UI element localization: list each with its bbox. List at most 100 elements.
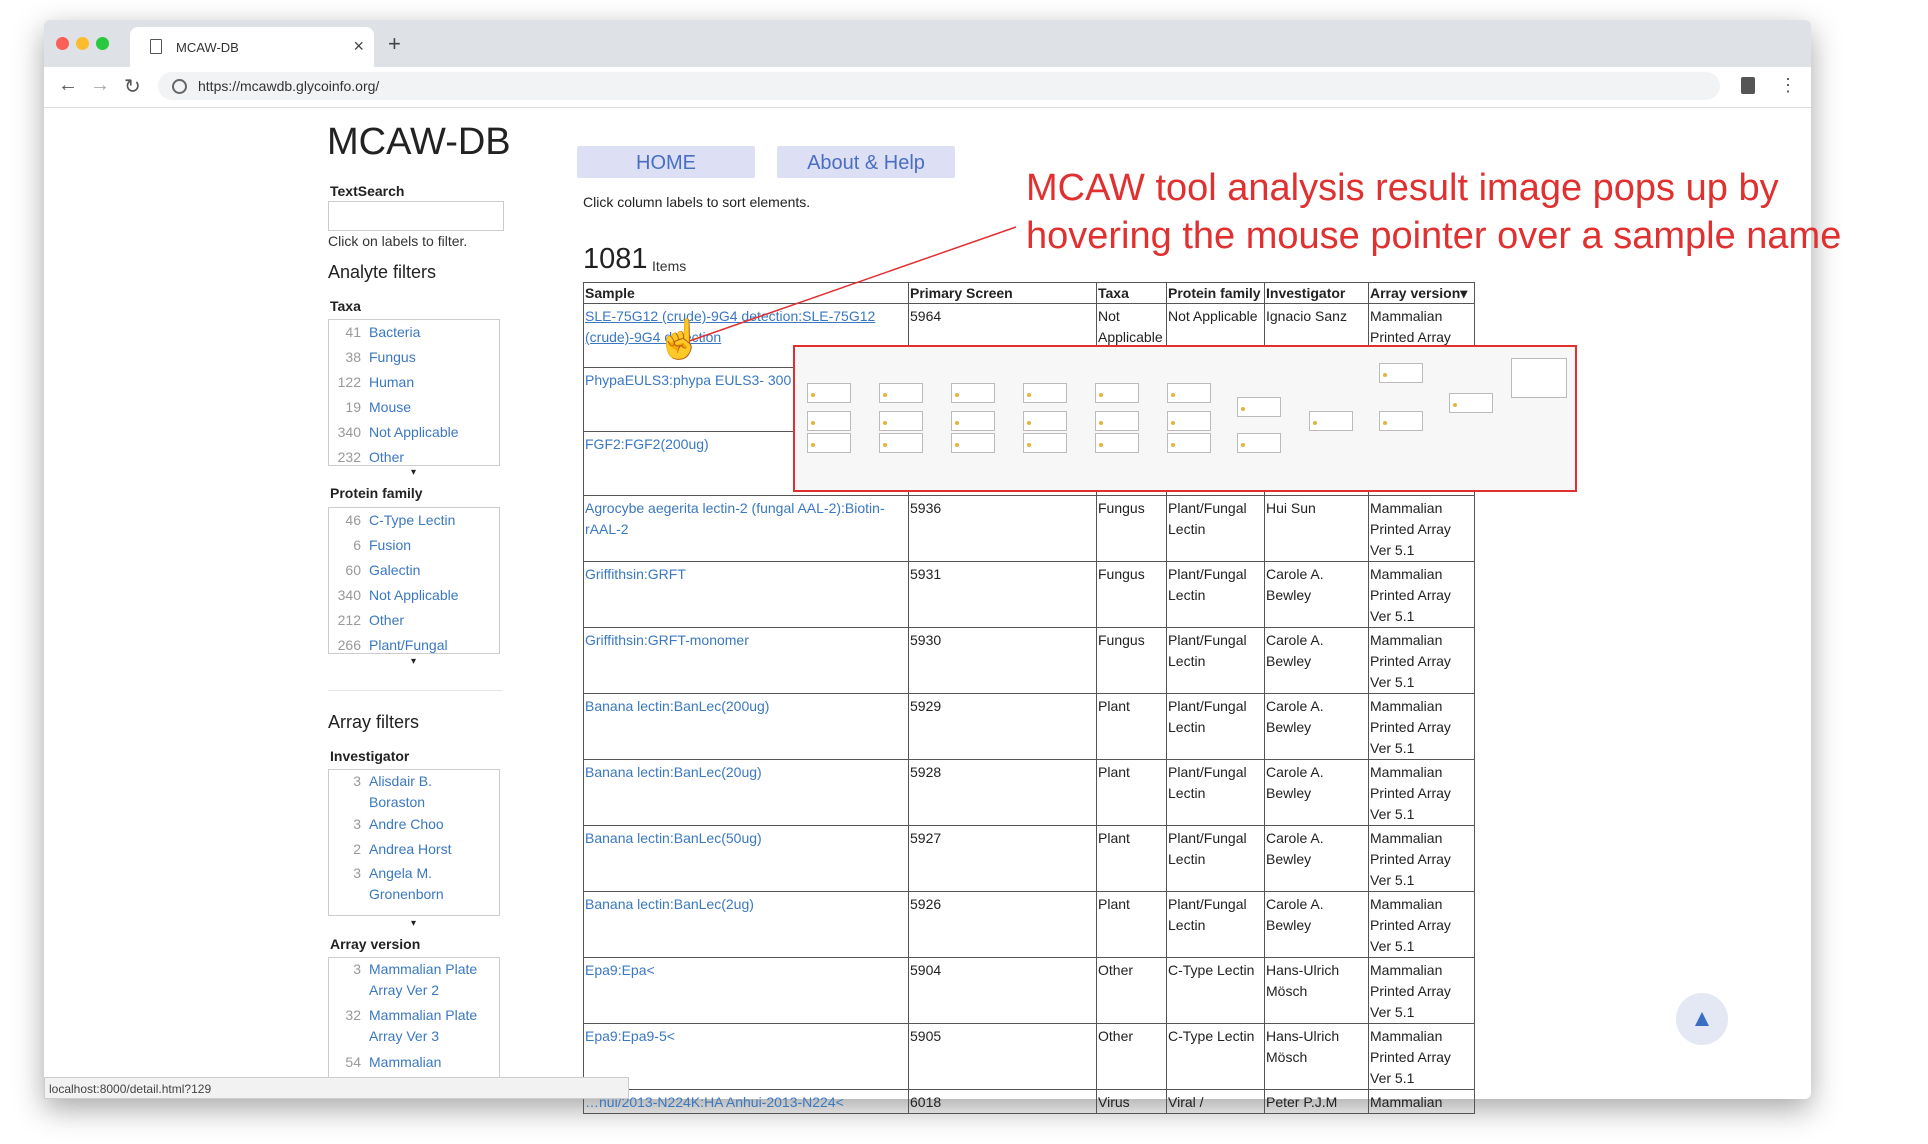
menu-icon[interactable]: ⋮ (1779, 75, 1797, 96)
filter-count: 212 (337, 612, 361, 628)
filter-count: 46 (345, 512, 361, 528)
filter-count: 3 (353, 865, 361, 881)
cell-array-version: Mammalian (1368, 1089, 1475, 1114)
tab-close-icon[interactable]: × (353, 36, 364, 57)
pathway-node (879, 411, 923, 431)
cell-primary-screen: 5928 (908, 759, 1097, 826)
filter-item[interactable]: 19 Mouse (329, 395, 499, 420)
site-info-icon[interactable] (172, 79, 187, 94)
filter-item[interactable]: 54 Mammalian (329, 1050, 499, 1075)
cell-taxa: Fungus (1096, 561, 1167, 628)
filter-label[interactable]: Mouse (369, 399, 411, 415)
column-header-array-version[interactable]: Array version▾ (1368, 282, 1475, 304)
scroll-to-top-button[interactable]: ▲ (1676, 993, 1728, 1045)
filter-item[interactable]: 46 C-Type Lectin (329, 508, 499, 533)
filter-label[interactable]: Mammalian Plate Array Ver 2 (369, 959, 487, 1001)
filter-label[interactable]: Not Applicable (369, 587, 459, 603)
browser-tab[interactable]: MCAW-DB × (130, 27, 374, 67)
extension-icon[interactable] (1741, 77, 1755, 94)
filter-count: 19 (345, 399, 361, 415)
address-bar[interactable]: https://mcawdb.glycoinfo.org/ (158, 72, 1720, 100)
cell-sample[interactable]: …nui/2013-N224K:HA Anhui-2013-N224< (583, 1089, 909, 1114)
filter-label[interactable]: Fungus (369, 349, 416, 365)
maximize-window-icon[interactable] (96, 37, 109, 50)
filter-item[interactable]: 3 Alisdair B. Boraston (329, 770, 499, 812)
column-header-primary-screen[interactable]: Primary Screen (908, 282, 1097, 304)
filter-label[interactable]: Mammalian Plate Array Ver 3 (369, 1005, 487, 1047)
cell-sample[interactable]: Banana lectin:BanLec(50ug) (583, 825, 909, 892)
cell-sample[interactable]: Epa9:Epa9-5< (583, 1023, 909, 1090)
pathway-node (951, 383, 995, 403)
filter-item[interactable]: 266 Plant/Fungal (329, 633, 499, 653)
filter-item[interactable]: 212 Other (329, 608, 499, 633)
filter-label[interactable]: Galectin (369, 562, 420, 578)
filter-item[interactable]: 340 Not Applicable (329, 420, 499, 445)
about-help-button[interactable]: About & Help (777, 146, 955, 178)
cell-sample[interactable]: Griffithsin:GRFT-monomer (583, 627, 909, 694)
cell-sample[interactable]: Epa9:Epa< (583, 957, 909, 1024)
filter-count: 2 (353, 841, 361, 857)
filter-label[interactable]: Mammalian (369, 1054, 441, 1070)
filter-item[interactable]: 3 Andre Choo (329, 812, 499, 837)
back-icon[interactable]: ← (58, 74, 78, 97)
cell-primary-screen: 6018 (908, 1089, 1097, 1114)
pathway-node (1095, 411, 1139, 431)
cell-taxa: Plant (1096, 759, 1167, 826)
filter-item[interactable]: 3 Angela M. Gronenborn (329, 862, 499, 904)
filter-label[interactable]: C-Type Lectin (369, 512, 455, 528)
cell-sample[interactable]: Griffithsin:GRFT (583, 561, 909, 628)
home-button[interactable]: HOME (577, 146, 755, 178)
column-header-protein-family[interactable]: Protein family (1166, 282, 1265, 304)
chevron-down-icon[interactable]: ▾ (411, 656, 416, 667)
filter-item[interactable]: 122 Human (329, 370, 499, 395)
cell-protein-family: C-Type Lectin (1166, 957, 1265, 1024)
cell-sample[interactable]: Agrocybe aegerita lectin-2 (fungal AAL-2… (583, 495, 909, 562)
filter-item[interactable]: 340 Not Applicable (329, 583, 499, 608)
filter-label[interactable]: Human (369, 374, 414, 390)
forward-icon[interactable]: → (90, 74, 110, 97)
minimize-window-icon[interactable] (76, 37, 89, 50)
filter-item[interactable]: 3 Mammalian Plate Array Ver 2 (329, 958, 499, 1004)
cell-taxa: Plant (1096, 693, 1167, 760)
filter-item[interactable]: 232 Other (329, 445, 499, 465)
filter-label[interactable]: Plant/Fungal (369, 637, 448, 653)
filter-label[interactable]: Alisdair B. Boraston (369, 771, 487, 813)
filter-item[interactable]: 6 Fusion (329, 533, 499, 558)
array-version-filter-label: Array version (330, 936, 421, 952)
chevron-down-icon[interactable]: ▾ (411, 918, 416, 929)
filter-label[interactable]: Andre Choo (369, 816, 444, 832)
column-header-sample[interactable]: Sample (583, 282, 909, 304)
textsearch-input[interactable] (328, 201, 504, 231)
investigator-filter-label: Investigator (330, 748, 410, 764)
filter-count: 266 (337, 637, 361, 653)
filter-item[interactable]: 2 Andrea Horst (329, 837, 499, 862)
filter-label[interactable]: Angela M. Gronenborn (369, 863, 487, 905)
cell-sample[interactable]: Banana lectin:BanLec(2ug) (583, 891, 909, 958)
cell-array-version: Mammalian Printed Array Ver 5.1 (1368, 495, 1475, 562)
new-tab-icon[interactable]: + (388, 31, 401, 57)
cell-protein-family: Plant/Fungal Lectin (1166, 759, 1265, 826)
table-row: Epa9:Epa< 5904 Other C-Type Lectin Hans-Ulri… (583, 957, 1475, 1024)
close-window-icon[interactable] (56, 37, 69, 50)
pathway-node (951, 433, 995, 453)
column-header-taxa[interactable]: Taxa (1096, 282, 1167, 304)
cell-array-version: Mammalian Printed Array Ver 5.1 (1368, 627, 1475, 694)
site-title: MCAW-DB (327, 121, 511, 163)
filter-item[interactable]: 41 Bacteria (329, 320, 499, 345)
filter-item[interactable]: 60 Galectin (329, 558, 499, 583)
cell-sample[interactable]: Banana lectin:BanLec(20ug) (583, 759, 909, 826)
filter-item[interactable]: 38 Fungus (329, 345, 499, 370)
filter-label[interactable]: Not Applicable (369, 424, 459, 440)
pathway-node (951, 411, 995, 431)
filter-label[interactable]: Other (369, 449, 404, 465)
annotation-callout: MCAW tool analysis result image pops up … (1026, 164, 1841, 260)
reload-icon[interactable]: ↻ (124, 74, 141, 99)
column-header-investigator[interactable]: Investigator (1264, 282, 1369, 304)
chevron-down-icon[interactable]: ▾ (411, 467, 416, 478)
filter-item[interactable]: 32 Mammalian Plate Array Ver 3 (329, 1004, 499, 1050)
filter-label[interactable]: Andrea Horst (369, 841, 451, 857)
filter-label[interactable]: Other (369, 612, 404, 628)
filter-label[interactable]: Fusion (369, 537, 411, 553)
cell-sample[interactable]: Banana lectin:BanLec(200ug) (583, 693, 909, 760)
filter-label[interactable]: Bacteria (369, 324, 420, 340)
